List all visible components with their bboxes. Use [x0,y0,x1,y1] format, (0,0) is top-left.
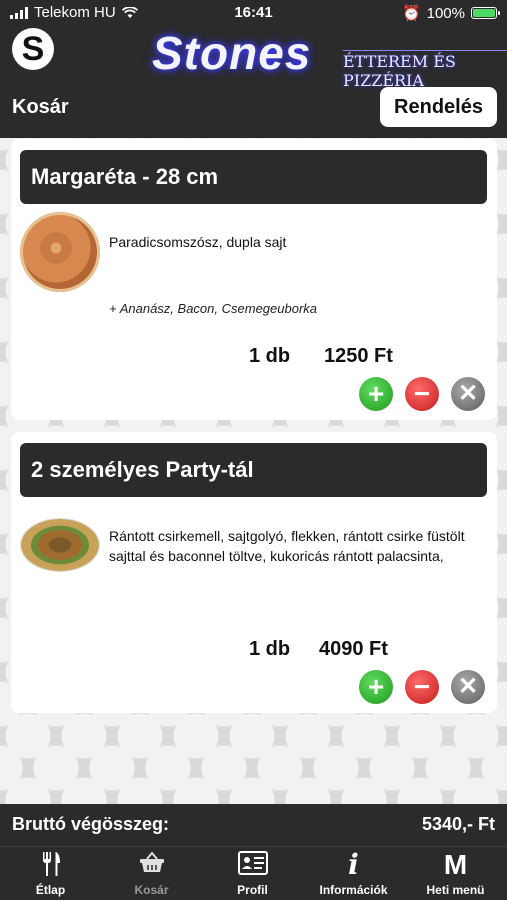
remove-item-button[interactable]: ✕ [451,670,485,704]
id-card-icon [202,851,303,879]
tab-kosar[interactable]: Kosár [101,847,202,900]
tab-label: Profil [237,883,268,897]
platter-image [20,518,100,572]
cart-item-title: 2 személyes Party-tál [20,443,487,497]
tab-label: Kosár [134,883,169,897]
decrease-quantity-button[interactable]: − [405,377,439,411]
fork-knife-icon [0,851,101,879]
tab-label: Étlap [35,883,66,897]
battery-icon [471,7,500,19]
tab-bar: Étlap Kosár Profil i Információk M Heti … [0,846,507,900]
info-icon: i [348,848,359,881]
brand-subtitle: ÉTTEREM ÉS PIZZÉRIA [343,50,507,90]
cart-item-title: Margaréta - 28 cm [20,150,487,204]
cart-item-quantity: 1 db [249,638,291,660]
total-bar: Bruttó végösszeg: 5340,- Ft [0,804,507,846]
total-label: Bruttó végösszeg: [12,814,170,834]
battery-percent: 100% [426,4,465,22]
status-bar: Telekom HU 16:41 ⏰ 100% [0,0,507,26]
cart-item-card: 2 személyes Party-tál Rántott csirkemell… [11,432,497,713]
app-header: Telekom HU 16:41 ⏰ 100% S Stones ÉTTEREM… [0,0,507,138]
increase-quantity-button[interactable]: + [359,377,393,411]
decrease-quantity-button[interactable]: − [405,670,439,704]
remove-item-button[interactable]: ✕ [451,377,485,411]
cart-item-card: Margaréta - 28 cm Paradicsomszósz, dupla… [11,139,497,420]
cart-item-quantity: 1 db [249,345,291,367]
basket-icon [101,851,202,879]
order-button[interactable]: Rendelés [380,87,497,127]
cart-item-price: 1250 Ft [324,345,393,367]
logo-letter: S [21,30,45,68]
tab-etlap[interactable]: Étlap [0,847,101,900]
alarm-icon: ⏰ [401,5,421,22]
tab-heti-menu[interactable]: M Heti menü [404,847,507,900]
tab-label: Információk [319,883,388,897]
tab-profil[interactable]: Profil [202,847,303,900]
page-title: Kosár [12,96,69,118]
brand-logo: Stones [152,27,312,79]
m-icon: M [443,849,468,880]
pizza-image [20,212,100,292]
cart-item-price: 4090 Ft [319,638,388,660]
cart-item-description: Rántott csirkemell, sajtgolyó, flekken, … [109,528,465,564]
total-value: 5340,- Ft [421,814,495,834]
status-right: ⏰ 100% [401,4,500,22]
tab-informaciok[interactable]: i Információk [303,847,404,900]
increase-quantity-button[interactable]: + [359,670,393,704]
logo-badge[interactable]: S [12,28,54,70]
cart-item-description: Paradicsomszósz, dupla sajt [109,234,287,250]
cart-item-extras: + Ananász, Bacon, Csemegeuborka [109,301,318,316]
tab-label: Heti menü [426,883,485,897]
